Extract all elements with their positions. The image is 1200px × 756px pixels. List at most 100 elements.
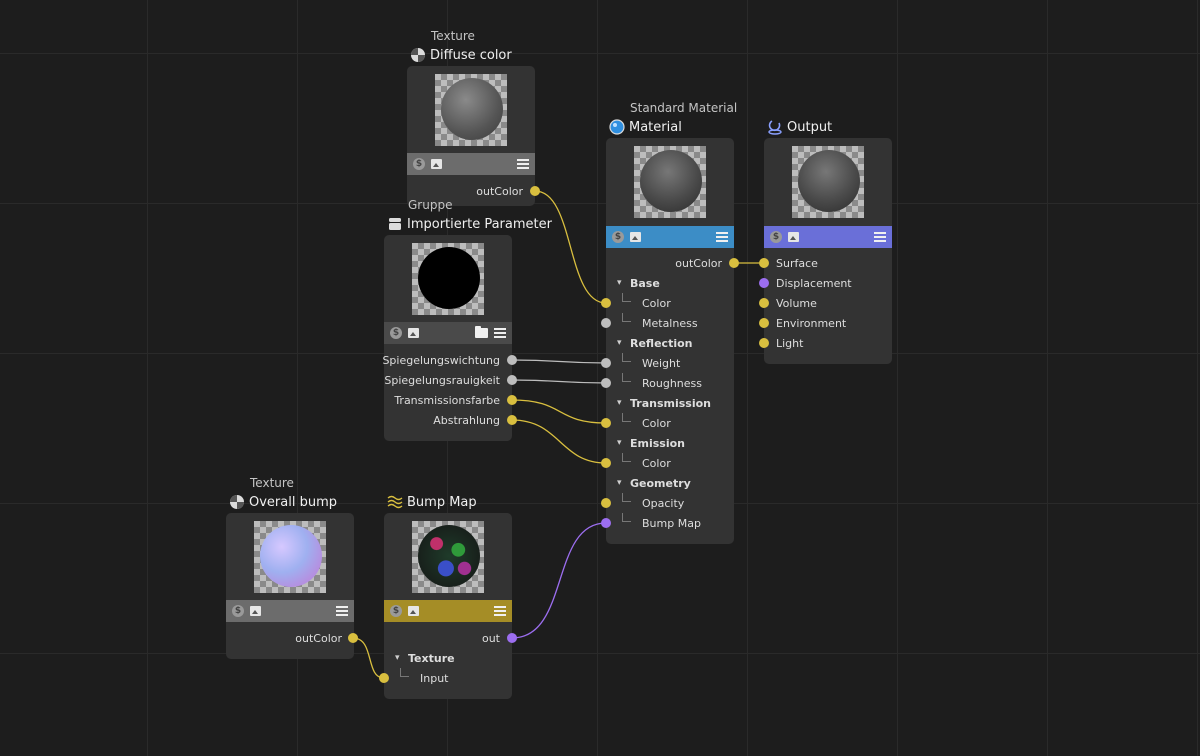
wire-diffuse-to-base-color bbox=[534, 190, 607, 304]
bump-map-preview bbox=[412, 521, 484, 593]
menu-icon[interactable] bbox=[517, 159, 529, 169]
diffuse-color-node[interactable]: $ outColor bbox=[407, 66, 535, 206]
transmission-color-port[interactable] bbox=[601, 418, 611, 428]
output-icon bbox=[768, 120, 782, 135]
texture-icon bbox=[230, 495, 244, 509]
group-preview bbox=[412, 243, 484, 315]
tree-branch bbox=[622, 313, 631, 322]
output-toolbar: $ bbox=[764, 226, 892, 248]
volume-port[interactable] bbox=[759, 298, 769, 308]
menu-icon[interactable] bbox=[494, 606, 506, 616]
material-preview bbox=[634, 146, 706, 218]
input-light: Light bbox=[776, 337, 804, 350]
bump-map-title[interactable]: Bump Map bbox=[387, 494, 477, 510]
script-icon[interactable]: $ bbox=[390, 605, 402, 617]
overall-bump-title[interactable]: Overall bump bbox=[229, 494, 337, 510]
group-emission[interactable]: Emission bbox=[630, 437, 685, 450]
group-toolbar: $ bbox=[384, 322, 512, 344]
group-base[interactable]: Base bbox=[630, 277, 660, 290]
group-geometry[interactable]: Geometry bbox=[630, 477, 691, 490]
group-texture[interactable]: Texture bbox=[408, 652, 455, 665]
group-transmission[interactable]: Transmission bbox=[630, 397, 711, 410]
displacement-port[interactable] bbox=[759, 278, 769, 288]
reflection-chevron-icon[interactable]: ▾ bbox=[617, 338, 622, 348]
group-out-transmissionsfarbe: Transmissionsfarbe bbox=[394, 394, 500, 407]
input-surface: Surface bbox=[776, 257, 818, 270]
script-icon[interactable]: $ bbox=[413, 158, 425, 170]
bump-map-input-port-in[interactable] bbox=[379, 673, 389, 683]
bump-map-toolbar: $ bbox=[384, 600, 512, 622]
input-emission-color: Color bbox=[642, 457, 671, 470]
script-icon[interactable]: $ bbox=[390, 327, 402, 339]
output-node[interactable]: $ Surface Displacement Volume Environmen… bbox=[764, 138, 892, 364]
environment-port[interactable] bbox=[759, 318, 769, 328]
tree-branch bbox=[622, 453, 631, 462]
opacity-port[interactable] bbox=[601, 498, 611, 508]
group-out-spiegelungswichtung: Spiegelungswichtung bbox=[382, 354, 500, 367]
metalness-port[interactable] bbox=[601, 318, 611, 328]
image-icon[interactable] bbox=[788, 232, 799, 242]
material-outcolor-port[interactable] bbox=[729, 258, 739, 268]
diffuse-out-label: outColor bbox=[476, 185, 523, 198]
overall-bump-node[interactable]: $ outColor bbox=[226, 513, 354, 659]
folder-icon[interactable] bbox=[475, 326, 488, 338]
diffuse-node-title[interactable]: Diffuse color bbox=[410, 47, 512, 63]
group-out-abstrahlung: Abstrahlung bbox=[433, 414, 500, 427]
output-node-title[interactable]: Output bbox=[767, 119, 832, 135]
weight-port[interactable] bbox=[601, 358, 611, 368]
image-icon[interactable] bbox=[408, 606, 419, 616]
surface-port[interactable] bbox=[759, 258, 769, 268]
overall-bump-outcolor-port[interactable] bbox=[348, 633, 358, 643]
script-icon[interactable]: $ bbox=[232, 605, 244, 617]
diffuse-outcolor-port[interactable] bbox=[530, 186, 540, 196]
output-preview-sphere bbox=[798, 150, 860, 212]
overall-bump-title-text: Overall bump bbox=[249, 494, 337, 510]
menu-icon[interactable] bbox=[336, 606, 348, 616]
light-port[interactable] bbox=[759, 338, 769, 348]
tree-branch bbox=[622, 413, 631, 422]
script-icon[interactable]: $ bbox=[770, 231, 782, 243]
menu-icon[interactable] bbox=[494, 328, 506, 338]
roughness-port[interactable] bbox=[601, 378, 611, 388]
wire-transmissionsfarbe-to-color bbox=[511, 399, 607, 424]
material-node-title[interactable]: Material bbox=[609, 119, 682, 135]
bump-map-node[interactable]: $ out ▾ Texture Input bbox=[384, 513, 512, 699]
image-icon[interactable] bbox=[250, 606, 261, 616]
spiegelungswichtung-port[interactable] bbox=[507, 355, 517, 365]
group-node-title[interactable]: Importierte Parameter bbox=[387, 216, 552, 232]
base-chevron-icon[interactable]: ▾ bbox=[617, 278, 622, 288]
wire-spiegelungsrauigkeit-to-roughness bbox=[511, 379, 607, 384]
menu-icon[interactable] bbox=[874, 232, 886, 242]
material-preview-sphere bbox=[640, 150, 702, 212]
bump-map-title-text: Bump Map bbox=[407, 494, 477, 510]
wire-overall-bump-to-input bbox=[352, 637, 385, 679]
spiegelungsrauigkeit-port[interactable] bbox=[507, 375, 517, 385]
input-weight: Weight bbox=[642, 357, 681, 370]
transmissionsfarbe-port[interactable] bbox=[507, 395, 517, 405]
bump-map-out-port[interactable] bbox=[507, 633, 517, 643]
input-opacity: Opacity bbox=[642, 497, 685, 510]
diffuse-toolbar: $ bbox=[407, 153, 535, 175]
image-icon[interactable] bbox=[431, 159, 442, 169]
group-reflection[interactable]: Reflection bbox=[630, 337, 692, 350]
emission-color-port[interactable] bbox=[601, 458, 611, 468]
image-icon[interactable] bbox=[630, 232, 641, 242]
importierte-parameter-node[interactable]: $ Spiegelungswichtung Spiegelungsrauigke… bbox=[382, 235, 512, 441]
abstrahlung-port[interactable] bbox=[507, 415, 517, 425]
group-node-subtitle: Gruppe bbox=[408, 198, 453, 212]
geometry-chevron-icon[interactable]: ▾ bbox=[617, 478, 622, 488]
input-metalness: Metalness bbox=[642, 317, 698, 330]
image-icon[interactable] bbox=[408, 328, 419, 338]
output-preview bbox=[792, 146, 864, 218]
menu-icon[interactable] bbox=[716, 232, 728, 242]
base-color-port[interactable] bbox=[601, 298, 611, 308]
standard-material-node[interactable]: $ outColor ▾ Base Color Metalness ▾ Refl… bbox=[606, 138, 734, 544]
bump-map-input-port[interactable] bbox=[601, 518, 611, 528]
script-icon[interactable]: $ bbox=[612, 231, 624, 243]
group-out-spiegelungsrauigkeit: Spiegelungsrauigkeit bbox=[384, 374, 500, 387]
texture-chevron-icon[interactable]: ▾ bbox=[395, 653, 400, 663]
tree-branch bbox=[622, 293, 631, 302]
transmission-chevron-icon[interactable]: ▾ bbox=[617, 398, 622, 408]
emission-chevron-icon[interactable]: ▾ bbox=[617, 438, 622, 448]
group-preview-sphere bbox=[418, 247, 480, 309]
